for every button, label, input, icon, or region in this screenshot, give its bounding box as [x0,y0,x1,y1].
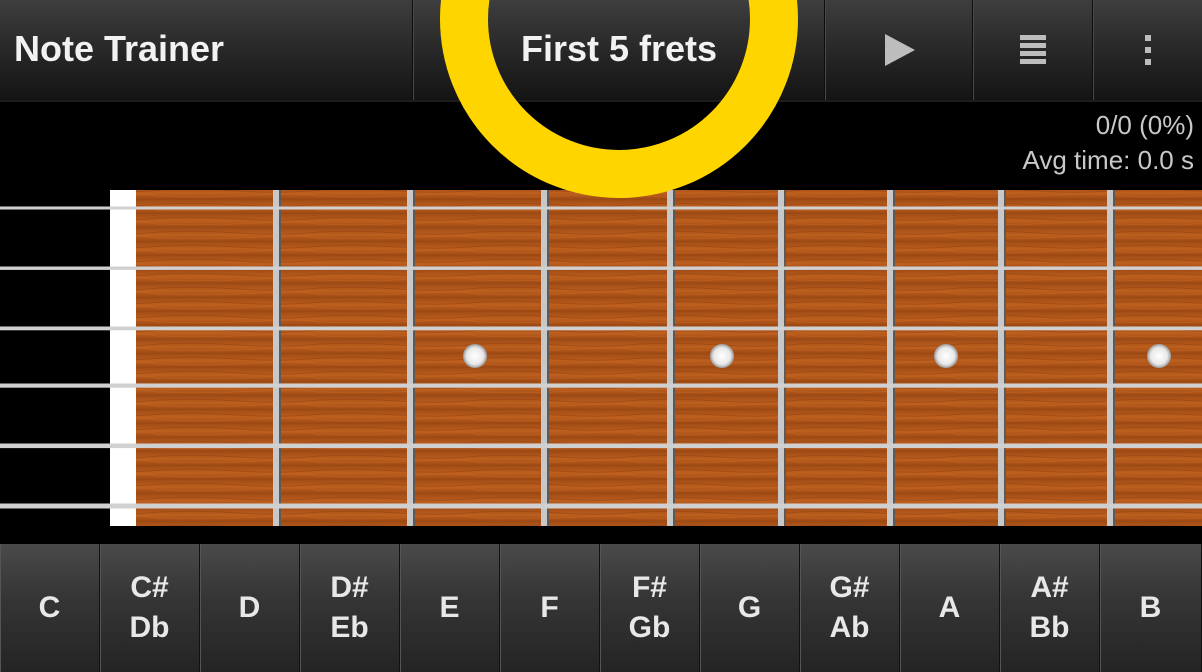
note-button-c[interactable]: C [0,544,100,672]
list-button[interactable] [972,0,1092,100]
note-label: G# [829,571,870,604]
note-button-d-sharp[interactable]: D# Eb [300,544,400,672]
fret-wire-shadow-7 [1004,190,1006,526]
note-label: E [439,591,460,624]
note-button-f-sharp[interactable]: F# Gb [600,544,700,672]
mode-title: First 5 frets [520,28,718,69]
list-icon [1019,35,1046,64]
inlay-dot-fret-3 [463,344,487,368]
string-5[interactable] [0,443,1202,449]
fret-wire-shadow-6 [893,190,895,526]
note-label: F# [631,571,667,604]
mode-selector[interactable]: First 5 frets [412,0,824,100]
fret-wire-shadow-4 [673,190,675,526]
nut [110,190,136,526]
note-button-e[interactable]: E [400,544,500,672]
note-label: A [938,591,961,624]
note-label: A# [1030,571,1069,604]
string-6[interactable] [0,503,1202,509]
action-bar-divider [0,100,1202,102]
fretboard[interactable] [0,186,1202,528]
note-label: G [737,591,762,624]
inlay-dot-fret-9 [1147,344,1171,368]
note-label: D# [330,571,369,604]
note-label: D [238,591,261,624]
note-label: Gb [628,611,671,644]
score-ratio: 0/0 (0%) [1095,110,1194,140]
inlay-dot-fret-7 [934,344,958,368]
note-button-f[interactable]: F [500,544,600,672]
note-label: Ab [829,611,870,644]
note-button-a[interactable]: A [900,544,1000,672]
action-bar: Note Trainer First 5 frets [0,0,1202,100]
fret-wire-shadow-3 [547,190,549,526]
fret-wire-shadow-5 [784,190,786,526]
note-button-d[interactable]: D [200,544,300,672]
note-keypad: C C# Db D D# Eb E F F# Gb G G# Ab A A# Bb B [0,544,1202,672]
fret-wire-shadow-1 [279,190,281,526]
note-button-a-sharp[interactable]: A# Bb [1000,544,1100,672]
note-label: C [38,591,61,624]
fret-wire-shadow-8 [1113,190,1115,526]
fret-wire-shadow-2 [413,190,415,526]
note-button-g[interactable]: G [700,544,800,672]
string-2[interactable] [0,266,1202,270]
string-4[interactable] [0,383,1202,388]
note-label: C# [130,571,169,604]
string-1[interactable] [0,206,1202,210]
note-button-b[interactable]: B [1100,544,1202,672]
note-label: Eb [330,611,369,644]
average-time: Avg time: 0.0 s [1022,145,1195,175]
note-label: Bb [1029,611,1070,644]
play-icon [884,34,915,66]
note-label: B [1139,591,1162,624]
overflow-menu-button[interactable] [1092,0,1202,100]
inlay-dot-fret-5 [710,344,734,368]
note-label: Db [129,611,170,644]
overflow-menu-icon [1144,35,1151,65]
app-title: Note Trainer [14,28,225,69]
string-3[interactable] [0,326,1202,331]
note-label: F [540,591,559,624]
note-button-c-sharp[interactable]: C# Db [100,544,200,672]
note-button-g-sharp[interactable]: G# Ab [800,544,900,672]
play-button[interactable] [824,0,972,100]
